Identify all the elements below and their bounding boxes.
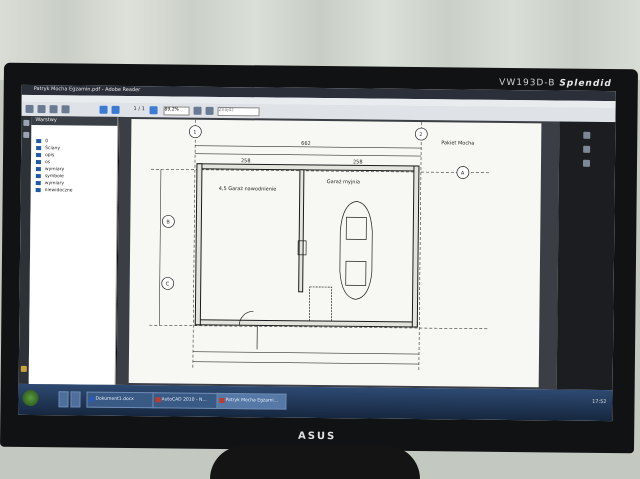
monitor-brand-logo: ASUS [297, 430, 337, 443]
page-indicator[interactable]: 1 / 1 [134, 106, 145, 112]
search-input[interactable]: Znajdź [217, 106, 260, 117]
prev-page-icon[interactable] [99, 105, 108, 114]
window-title: Patryk Mocha Egzamin.pdf - Adobe Reader [33, 86, 141, 94]
fit-page-icon[interactable] [193, 106, 202, 115]
taskbar-item[interactable]: AutoCAD 2010 - N... [152, 392, 221, 409]
eye-icon[interactable] [35, 188, 41, 193]
pages-icon[interactable] [23, 119, 30, 126]
autocad-icon [155, 397, 161, 403]
floor-plan-drawing: 1 2 A B C Pakiet Mocha 662 258 258 4,5 G… [149, 119, 491, 373]
taskbar: Dokument1.docx AutoCAD 2010 - N... Patry… [18, 383, 613, 422]
comment-icon[interactable] [582, 159, 591, 167]
dimension-label: 662 [301, 141, 311, 147]
room-label: 4,5 Garaż nawodnienie [219, 186, 277, 193]
monitor-stand [210, 446, 420, 479]
print-icon[interactable] [49, 105, 58, 114]
taskbar-item[interactable]: Dokument1.docx [86, 391, 157, 409]
document-area[interactable]: 1 2 A B C Pakiet Mocha 662 258 258 4,5 G… [116, 116, 560, 390]
pdf-page[interactable]: 1 2 A B C Pakiet Mocha 662 258 258 4,5 G… [128, 119, 542, 388]
layer-item[interactable]: niewidoczne [31, 187, 117, 195]
tools-pane [556, 121, 616, 391]
save-icon[interactable] [37, 105, 46, 114]
axis-label: 1 [193, 130, 196, 136]
tools-icon[interactable] [583, 131, 591, 139]
word-icon [89, 396, 95, 402]
fit-width-icon[interactable] [205, 106, 214, 115]
eye-icon[interactable] [36, 153, 42, 158]
axis-label: 2 [419, 132, 422, 138]
start-button-icon[interactable] [22, 389, 39, 407]
taskbar-item[interactable]: Patryk Mocha Egzami... [216, 392, 287, 410]
monitor-model-label: VW193D-B Splendid [499, 77, 612, 90]
layers-panel: Warstwy 0 Ściany opis os wymiary symbole… [28, 115, 119, 385]
email-icon[interactable] [61, 105, 70, 114]
zoom-out-icon[interactable] [149, 106, 158, 115]
eye-icon[interactable] [36, 146, 42, 151]
layers-list: 0 Ściany opis os wymiary symbole wymiary… [31, 138, 118, 195]
layers-icon[interactable] [23, 131, 30, 138]
eye-icon[interactable] [35, 167, 41, 172]
monitor: VW193D-B Splendid ASUS Patryk Mocha Egza… [0, 62, 638, 454]
eye-icon[interactable] [35, 174, 41, 179]
explorer-icon[interactable] [70, 391, 81, 408]
room-label: Garaż myjnia [327, 179, 360, 185]
open-icon[interactable] [25, 104, 34, 114]
eye-icon[interactable] [35, 181, 41, 186]
attachment-icon[interactable] [20, 365, 27, 372]
zoom-field[interactable]: 89,2% [163, 106, 190, 116]
ie-icon[interactable] [58, 391, 69, 408]
eye-icon[interactable] [36, 139, 42, 144]
pdf-icon [219, 397, 225, 404]
screen: Patryk Mocha Egzamin.pdf - Adobe Reader … [18, 84, 616, 422]
layers-panel-title: Warstwy [31, 115, 118, 126]
dimension-label: 258 [241, 158, 251, 164]
axis-label: C [166, 281, 170, 287]
eye-icon[interactable] [35, 160, 42, 165]
sign-icon[interactable] [583, 145, 591, 153]
drawing-title: Pakiet Mocha [441, 140, 474, 146]
next-page-icon[interactable] [111, 105, 120, 114]
dimension-label: 258 [353, 159, 363, 165]
system-clock[interactable]: 17:52 [592, 399, 606, 405]
